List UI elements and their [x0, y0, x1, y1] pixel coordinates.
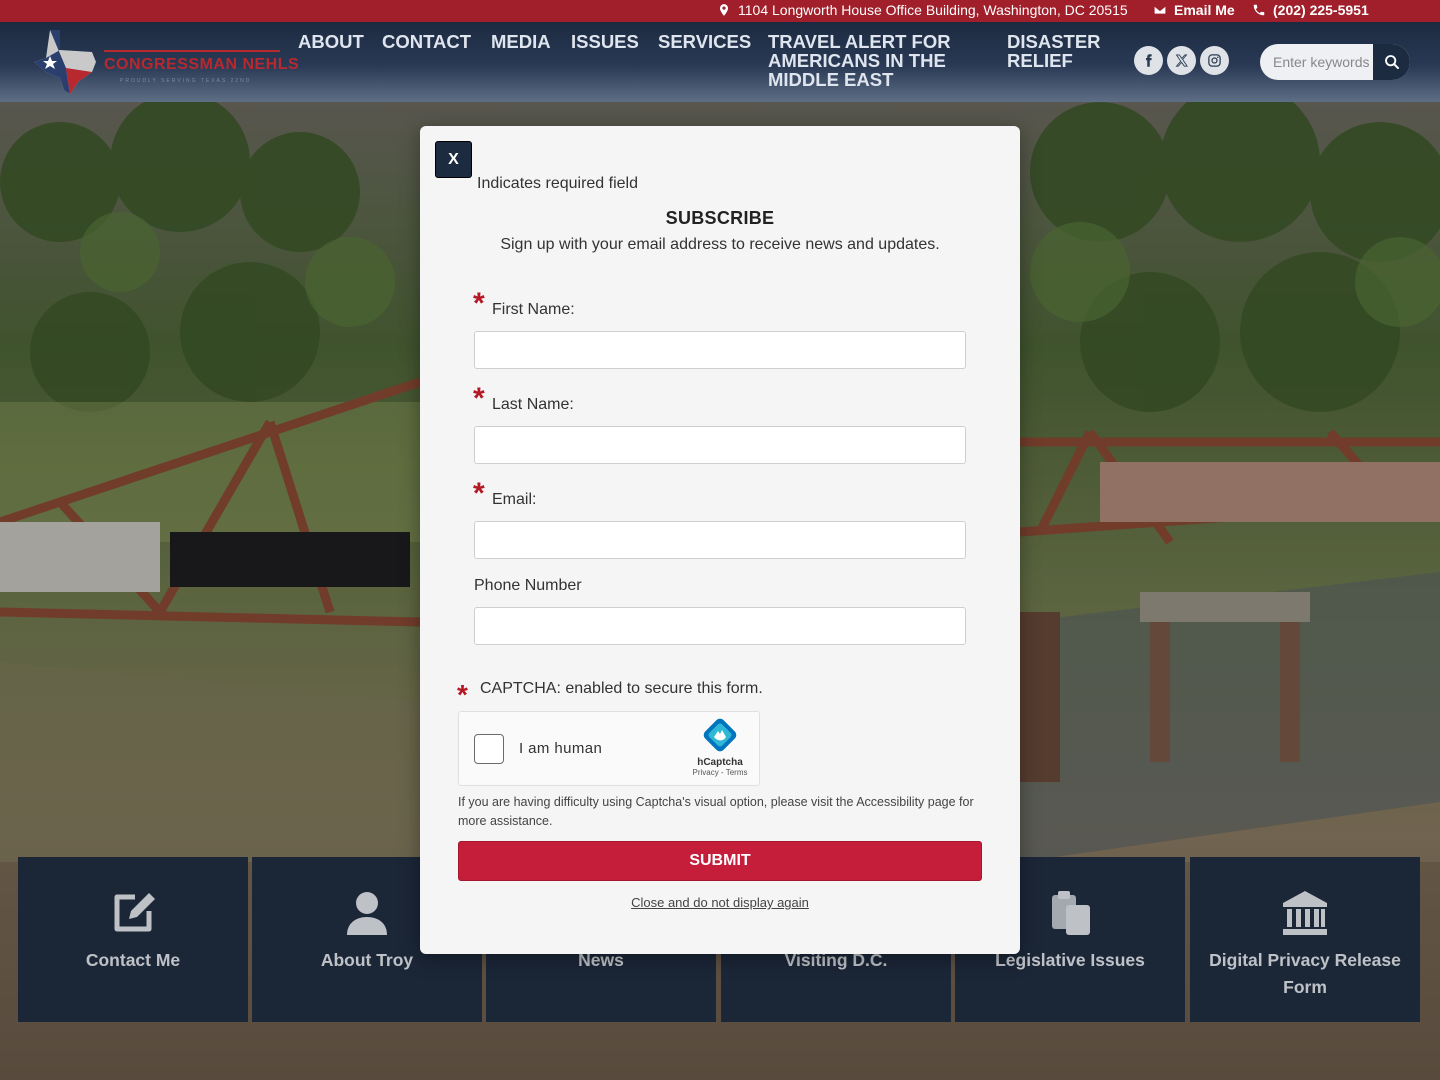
email-link[interactable]: Email Me — [1153, 2, 1235, 18]
address-text: 1104 Longworth House Office Building, Wa… — [738, 2, 1128, 18]
texas-flag-logo-icon — [34, 30, 96, 94]
phone-number-label: Phone Number — [474, 577, 582, 594]
last-name-label: Last Name: — [492, 396, 574, 413]
captcha-checkbox[interactable] — [474, 734, 504, 764]
captcha-label: CAPTCHA: enabled to secure this form. — [480, 680, 763, 697]
nav-issues[interactable]: ISSUES — [571, 32, 639, 51]
email-input[interactable] — [474, 521, 966, 559]
map-marker-icon — [719, 4, 729, 16]
required-star-icon: * — [473, 287, 485, 320]
envelope-icon — [1153, 5, 1167, 15]
phone-link[interactable]: (202) 225-5951 — [1252, 2, 1369, 18]
email-label: Email: — [492, 491, 537, 508]
facebook-link[interactable] — [1134, 46, 1163, 75]
nav-media[interactable]: MEDIA — [491, 32, 551, 51]
site-header: CONGRESSMAN NEHLS PROUDLY SERVING TEXAS … — [0, 22, 1440, 102]
last-name-input[interactable] — [474, 426, 966, 464]
first-name-input[interactable] — [474, 331, 966, 369]
hcaptcha-widget: I am human hCaptcha Privacy - Terms — [458, 711, 760, 786]
logo-rule — [104, 50, 280, 52]
logo-tagline: PROUDLY SERVING TEXAS 22ND — [120, 78, 252, 84]
hcaptcha-links[interactable]: Privacy - Terms — [685, 768, 755, 777]
nav-contact[interactable]: CONTACT — [382, 32, 471, 51]
required-star-icon: * — [473, 477, 485, 510]
captcha-checkbox-label: I am human — [519, 740, 603, 757]
captcha-help-text: If you are having difficulty using Captc… — [458, 795, 974, 828]
close-do-not-display-link[interactable]: Close and do not display again — [420, 895, 1020, 910]
instagram-link[interactable] — [1200, 46, 1229, 75]
x-twitter-icon — [1175, 54, 1188, 67]
search-bar — [1260, 44, 1410, 80]
facebook-icon — [1146, 54, 1152, 67]
required-star-icon: * — [473, 382, 485, 415]
modal-title: SUBSCRIBE — [665, 208, 775, 228]
x-link[interactable] — [1167, 46, 1196, 75]
logo-text: CONGRESSMAN NEHLS — [104, 56, 300, 73]
search-icon — [1384, 55, 1399, 69]
hcaptcha-name: hCaptcha — [697, 757, 743, 768]
first-name-label: First Name: — [492, 301, 575, 318]
hcaptcha-logo-icon — [703, 718, 737, 752]
required-star-icon: * — [457, 679, 468, 710]
email-label: Email Me — [1174, 2, 1235, 18]
search-input[interactable] — [1260, 44, 1374, 80]
nav-services[interactable]: SERVICES — [658, 32, 751, 51]
nav-about[interactable]: ABOUT — [298, 32, 364, 51]
top-contact-bar: 1104 Longworth House Office Building, Wa… — [0, 0, 1440, 22]
phone-icon — [1253, 4, 1265, 16]
nav-travel-alert[interactable]: TRAVEL ALERT FOR AMERICANS IN THE MIDDLE… — [768, 32, 968, 89]
phone-number-input[interactable] — [474, 607, 966, 645]
submit-button[interactable]: SUBMIT — [458, 841, 982, 881]
close-button[interactable]: X — [435, 141, 472, 178]
phone-label: (202) 225-5951 — [1273, 2, 1369, 18]
site-logo[interactable]: CONGRESSMAN NEHLS PROUDLY SERVING TEXAS … — [30, 28, 299, 96]
nav-disaster-relief[interactable]: DISASTER RELIEF — [1007, 32, 1117, 70]
address-item: 1104 Longworth House Office Building, Wa… — [717, 2, 1128, 18]
required-note: Indicates required field — [477, 175, 638, 192]
search-button[interactable] — [1373, 44, 1410, 80]
hcaptcha-branding: hCaptcha Privacy - Terms — [685, 718, 755, 777]
modal-subtitle: Sign up with your email address to recei… — [500, 236, 940, 253]
subscribe-modal: X Indicates required field SUBSCRIBE Sig… — [420, 126, 1020, 954]
instagram-icon — [1208, 54, 1221, 67]
